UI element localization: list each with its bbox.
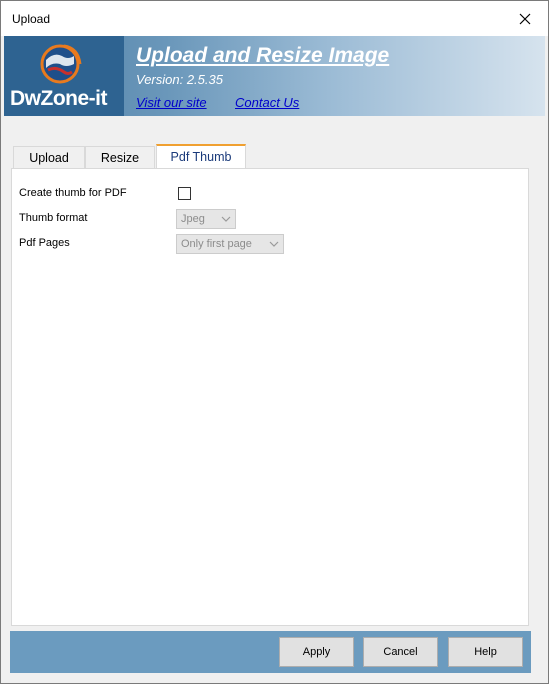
tab-upload[interactable]: Upload [13, 146, 85, 168]
version-text: Version: 2.5.35 [136, 72, 223, 87]
tab-label: Pdf Thumb [170, 150, 232, 164]
pdf-pages-select[interactable]: Only first page [176, 234, 284, 254]
chevron-down-icon [221, 216, 231, 222]
thumb-format-value: Jpeg [181, 213, 205, 225]
tab-label: Upload [29, 150, 69, 165]
pdf-thumb-panel: Create thumb for PDF Thumb format Jpeg P… [11, 168, 529, 626]
chevron-down-icon [269, 241, 279, 247]
create-thumb-label: Create thumb for PDF [19, 187, 127, 199]
title-bar: Upload [1, 1, 548, 36]
tab-pdf-thumb[interactable]: Pdf Thumb [156, 144, 246, 168]
logo-text: DwZone-it [10, 87, 107, 110]
tab-resize[interactable]: Resize [85, 146, 155, 168]
globe-icon [40, 44, 82, 84]
button-bar: Apply Cancel Help [10, 631, 531, 673]
thumb-format-label: Thumb format [19, 212, 88, 224]
window-title: Upload [12, 12, 51, 26]
header-banner: DwZone-it Upload and Resize Image Versio… [4, 36, 545, 116]
app-title: Upload and Resize Image [136, 44, 390, 67]
close-button[interactable] [502, 1, 548, 36]
pdf-pages-value: Only first page [181, 238, 252, 250]
close-icon [519, 13, 531, 24]
thumb-format-select[interactable]: Jpeg [176, 209, 236, 229]
logo: DwZone-it [4, 36, 124, 116]
create-thumb-checkbox[interactable] [178, 187, 191, 200]
apply-button[interactable]: Apply [279, 637, 354, 667]
contact-us-link[interactable]: Contact Us [235, 95, 299, 110]
help-button[interactable]: Help [448, 637, 523, 667]
cancel-button[interactable]: Cancel [363, 637, 438, 667]
upload-dialog: Upload DwZone-it Upload and Resize Image… [0, 0, 549, 684]
tab-label: Resize [100, 150, 140, 165]
pdf-pages-label: Pdf Pages [19, 237, 70, 249]
visit-site-link[interactable]: Visit our site [136, 95, 207, 110]
